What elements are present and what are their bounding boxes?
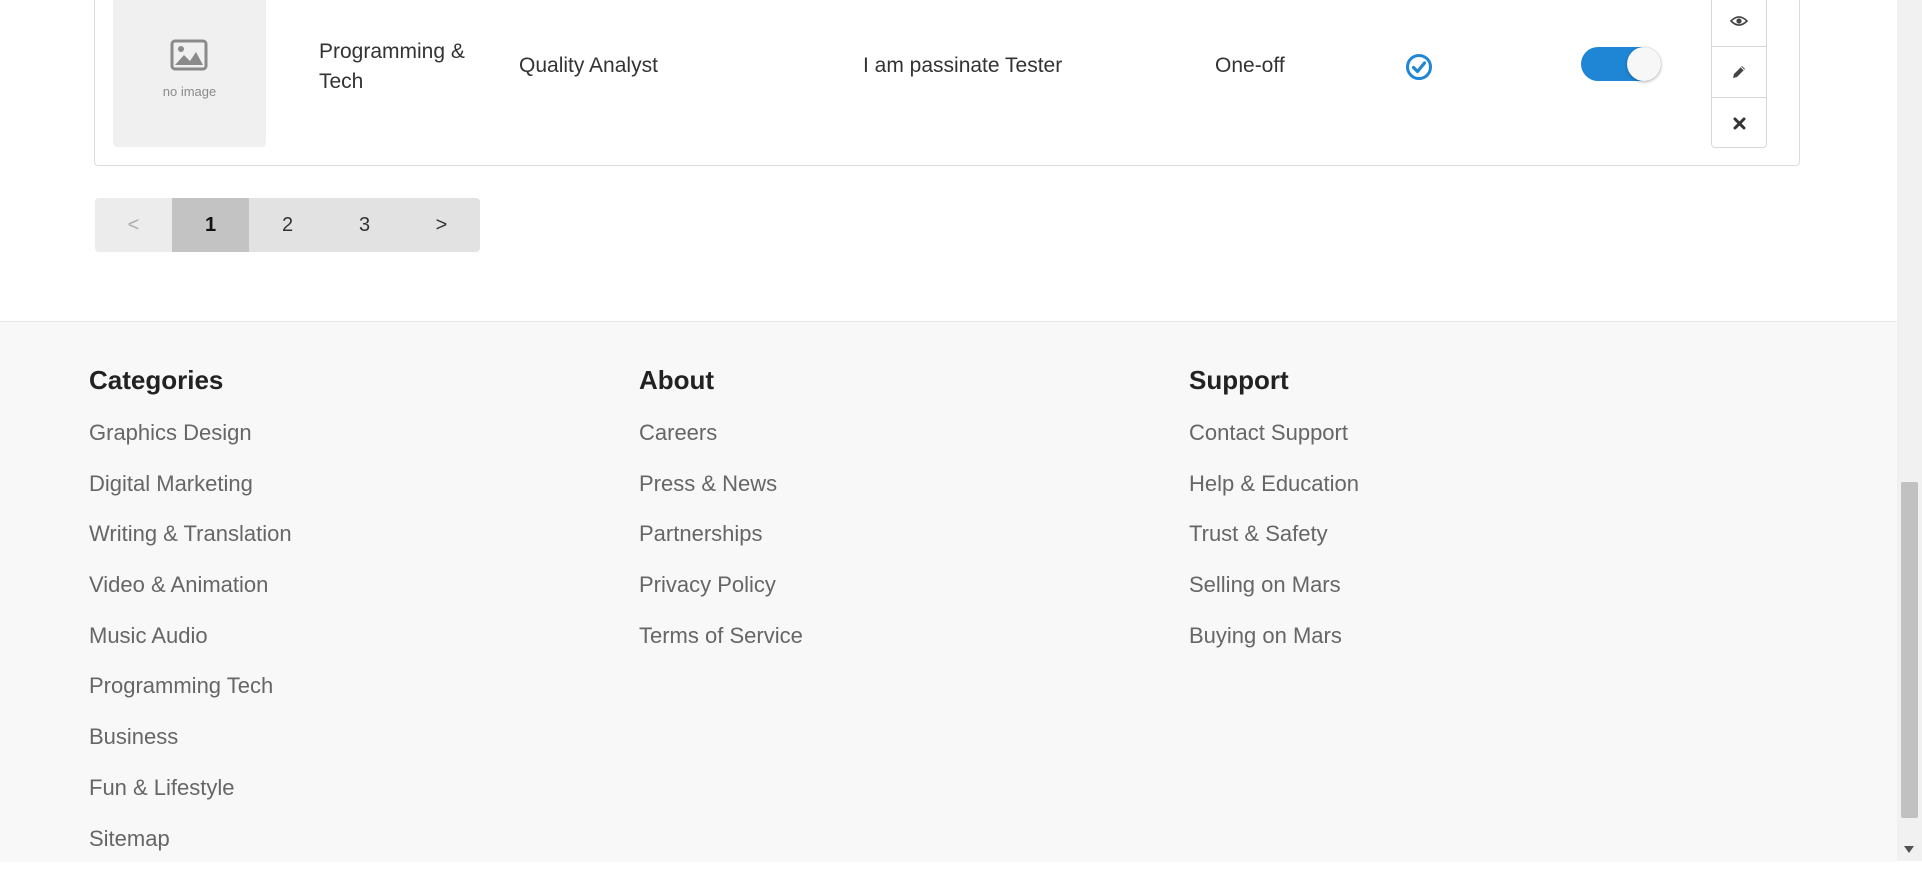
active-toggle[interactable] — [1581, 47, 1661, 81]
table-row: no image Programming & Tech Quality Anal… — [94, 0, 1800, 166]
footer-categories-column: Categories Graphics Design Digital Marke… — [89, 362, 292, 874]
footer-link[interactable]: Business — [89, 722, 292, 752]
footer-link[interactable]: Trust & Safety — [1189, 519, 1359, 549]
footer-link[interactable]: Music Audio — [89, 621, 292, 651]
close-icon — [1733, 117, 1745, 130]
footer-link[interactable]: Partnerships — [639, 519, 803, 549]
footer-support-heading: Support — [1189, 365, 1289, 395]
pagination-page-1[interactable]: 1 — [172, 198, 249, 252]
description-cell: I am passinate Tester — [863, 54, 1063, 77]
type-cell: One-off — [1215, 54, 1285, 77]
footer-link[interactable]: Buying on Mars — [1189, 621, 1359, 651]
verified-check-icon — [1406, 54, 1432, 80]
footer-link[interactable]: Fun & Lifestyle — [89, 773, 292, 803]
toggle-knob — [1627, 47, 1661, 81]
pagination-page-3[interactable]: 3 — [326, 198, 403, 252]
vertical-scrollbar[interactable] — [1897, 0, 1922, 861]
footer-about-column: About Careers Press & News Partnerships … — [639, 362, 803, 671]
footer-link[interactable]: Terms of Service — [639, 621, 803, 651]
delete-button[interactable] — [1712, 98, 1766, 149]
footer-link[interactable]: Digital Marketing — [89, 469, 292, 499]
footer-support-column: Support Contact Support Help & Education… — [1189, 362, 1359, 671]
row-actions — [1711, 0, 1767, 148]
pencil-icon — [1733, 66, 1745, 78]
pagination: < 1 2 3 > — [95, 198, 480, 252]
pagination-next-button[interactable]: > — [403, 198, 480, 252]
footer-link[interactable]: Help & Education — [1189, 469, 1359, 499]
footer-link[interactable]: Sitemap — [89, 824, 292, 854]
footer-link[interactable]: Writing & Translation — [89, 519, 292, 549]
scroll-down-arrow-icon[interactable] — [1904, 846, 1914, 853]
image-icon — [170, 39, 208, 71]
page: no image Programming & Tech Quality Anal… — [0, 0, 1897, 862]
footer-link[interactable]: Press & News — [639, 469, 803, 499]
footer-categories-heading: Categories — [89, 365, 224, 395]
scrollbar-thumb[interactable] — [1901, 482, 1918, 818]
footer-about-heading: About — [639, 365, 715, 395]
footer-link[interactable]: Privacy Policy — [639, 570, 803, 600]
view-button[interactable] — [1712, 0, 1766, 47]
no-image-label: no image — [162, 84, 217, 99]
category-cell: Programming & Tech — [319, 40, 465, 93]
edit-button[interactable] — [1712, 47, 1766, 98]
footer-link[interactable]: Selling on Mars — [1189, 570, 1359, 600]
pagination-page-2[interactable]: 2 — [249, 198, 326, 252]
footer-link[interactable]: Graphics Design — [89, 418, 292, 448]
thumbnail-placeholder: no image — [113, 0, 266, 147]
footer: Categories Graphics Design Digital Marke… — [0, 321, 1897, 862]
title-cell: Quality Analyst — [519, 54, 658, 77]
pagination-prev-button[interactable]: < — [95, 198, 172, 252]
eye-icon — [1730, 16, 1748, 26]
footer-link[interactable]: Video & Animation — [89, 570, 292, 600]
footer-link[interactable]: Contact Support — [1189, 418, 1359, 448]
footer-link[interactable]: Careers — [639, 418, 803, 448]
footer-link[interactable]: Programming Tech — [89, 671, 292, 701]
